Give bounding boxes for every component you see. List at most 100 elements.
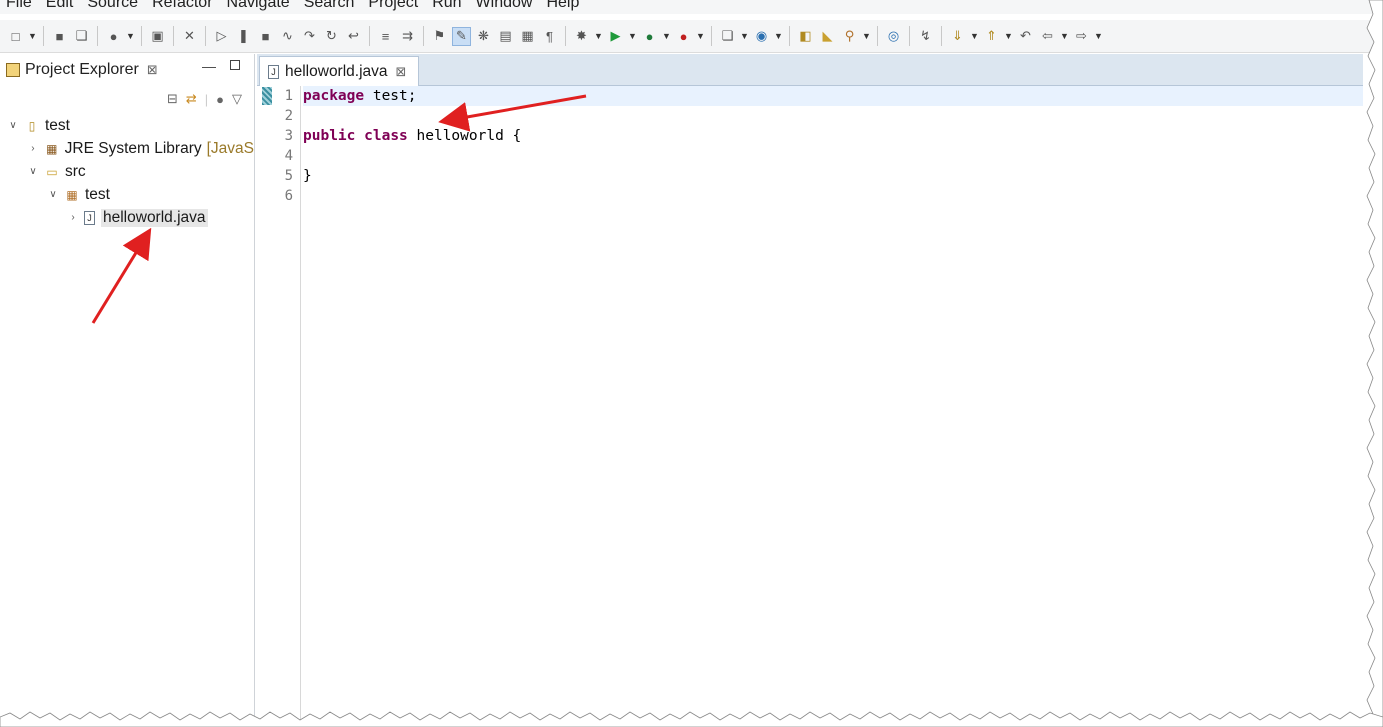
editor-tab-bar: J helloworld.java ⊠ — [257, 54, 1363, 86]
last-edit-icon[interactable]: ↯ — [916, 27, 935, 46]
use-step-filters-icon[interactable]: ⇉ — [398, 27, 417, 46]
collapse-all-icon[interactable]: ⊟ — [167, 91, 178, 107]
menu-project[interactable]: Project — [368, 0, 418, 14]
chevron-down-icon[interactable]: ▼ — [862, 27, 871, 46]
menu-file[interactable]: File — [6, 0, 32, 14]
main-toolbar: □ ▼ ■ ❏ ● ▼ ▣ ✕ ▷ ❚ ■ ∿ ↷ ↻ ↩ ≡ ⇉ ⚑ ✎ ❋ … — [0, 20, 1383, 53]
chevron-down-icon[interactable]: ▼ — [1004, 27, 1013, 46]
chevron-down-icon[interactable]: ▼ — [1060, 27, 1069, 46]
disconnect-icon[interactable]: ∿ — [278, 27, 297, 46]
menu-refactor[interactable]: Refactor — [152, 0, 212, 14]
tree-item-helloworld-java[interactable]: › J helloworld.java — [0, 206, 254, 229]
coverage-icon[interactable]: ● — [640, 27, 659, 46]
code-text-area[interactable]: package test; public class helloworld { … — [303, 86, 1363, 206]
toolbar-separator — [141, 26, 142, 46]
toolbar-separator — [711, 26, 712, 46]
tree-item-jre-library[interactable]: › ▦ JRE System Library [JavaS — [0, 137, 254, 160]
close-icon[interactable]: ⊠ — [396, 64, 407, 80]
search-icon[interactable]: ⚲ — [840, 27, 859, 46]
open-type-icon[interactable]: ◧ — [796, 27, 815, 46]
new-icon[interactable]: □ — [6, 27, 25, 46]
tree-item-package-test[interactable]: ∨ ▦ test — [0, 183, 254, 206]
terminate-icon[interactable]: ■ — [256, 27, 275, 46]
close-icon[interactable]: ⊠ — [147, 62, 158, 78]
project-explorer-tab[interactable]: Project Explorer ⊠ — — [0, 54, 254, 86]
chevron-down-icon[interactable]: ∨ — [26, 166, 40, 177]
terminal-icon[interactable]: ▣ — [148, 27, 167, 46]
code-line[interactable] — [303, 106, 1363, 126]
line-number: 2 — [284, 108, 293, 124]
back-icon[interactable]: ⇦ — [1038, 27, 1057, 46]
debug-icon[interactable]: ✸ — [572, 27, 591, 46]
project-explorer-view: Project Explorer ⊠ — ⊟ ⇄ | ● ▽ ∨ ▯ test … — [0, 54, 255, 727]
save-icon[interactable]: ■ — [50, 27, 69, 46]
code-line[interactable]: } — [303, 166, 1363, 186]
save-all-icon[interactable]: ❏ — [72, 27, 91, 46]
view-menu-icon[interactable]: ▽ — [232, 91, 242, 107]
step-return-icon[interactable]: ↩ — [344, 27, 363, 46]
chevron-down-icon[interactable]: ▼ — [126, 27, 135, 46]
chevron-down-icon[interactable]: ∨ — [6, 120, 20, 131]
tree-item-label: test — [45, 116, 70, 134]
menu-search[interactable]: Search — [304, 0, 355, 14]
line-number: 4 — [284, 148, 293, 164]
word-wrap-icon[interactable]: ▤ — [496, 27, 515, 46]
new-java-project-icon[interactable]: ❏ — [718, 27, 737, 46]
toggle-breadcrumb-icon[interactable]: ⚑ — [430, 27, 449, 46]
chevron-down-icon[interactable]: ▼ — [1094, 27, 1103, 46]
menu-edit[interactable]: Edit — [46, 0, 74, 14]
keyword: public — [303, 128, 356, 144]
chevron-down-icon[interactable]: ▼ — [628, 27, 637, 46]
external-tools-icon[interactable]: ● — [674, 27, 693, 46]
menu-run[interactable]: Run — [432, 0, 461, 14]
forward-icon[interactable]: ⇨ — [1072, 27, 1091, 46]
line-number: 6 — [284, 188, 293, 204]
maximize-icon[interactable] — [230, 60, 240, 70]
code-line[interactable] — [303, 146, 1363, 166]
minimize-icon[interactable]: — — [202, 58, 216, 74]
chevron-down-icon[interactable]: ▼ — [740, 27, 749, 46]
chevron-down-icon[interactable]: ∨ — [46, 189, 60, 200]
open-folder-icon[interactable]: ◣ — [818, 27, 837, 46]
step-over-icon[interactable]: ↻ — [322, 27, 341, 46]
chevron-down-icon[interactable]: ▼ — [594, 27, 603, 46]
java-file-icon: J — [268, 64, 279, 79]
menu-window[interactable]: Window — [476, 0, 533, 14]
focus-icon[interactable]: ● — [216, 92, 224, 107]
skip-breakpoints-icon[interactable]: ✕ — [180, 27, 199, 46]
toggle-block-selection-icon[interactable]: ❋ — [474, 27, 493, 46]
whitespace-icon[interactable]: ¶ — [540, 27, 559, 46]
run-icon[interactable]: ▶ — [606, 27, 625, 46]
chevron-down-icon[interactable]: ▼ — [28, 27, 37, 46]
line-numbers: 1 2 3 4 5 6 — [273, 86, 293, 206]
user-icon[interactable]: ● — [104, 27, 123, 46]
chevron-right-icon[interactable]: › — [26, 143, 40, 154]
chevron-down-icon[interactable]: ▼ — [774, 27, 783, 46]
chevron-down-icon[interactable]: ▼ — [662, 27, 671, 46]
next-annotation-icon[interactable]: ⇓ — [948, 27, 967, 46]
menu-source[interactable]: Source — [87, 0, 138, 14]
tree-item-project-test[interactable]: ∨ ▯ test — [0, 114, 254, 137]
mark-occurrences-icon[interactable]: ✎ — [452, 26, 471, 46]
chevron-down-icon[interactable]: ▼ — [696, 27, 705, 46]
tree-item-src[interactable]: ∨ ▭ src — [0, 160, 254, 183]
show-source-icon[interactable]: ▦ — [518, 27, 537, 46]
chevron-right-icon[interactable]: › — [66, 212, 80, 223]
previous-annotation-icon[interactable]: ⇑ — [982, 27, 1001, 46]
suspend-icon[interactable]: ❚ — [234, 27, 253, 46]
editor-tab-helloworld[interactable]: J helloworld.java ⊠ — [259, 56, 419, 86]
globe-icon[interactable]: ◎ — [884, 27, 903, 46]
code-line[interactable]: public class helloworld { — [303, 126, 1363, 146]
new-java-class-icon[interactable]: ◉ — [752, 27, 771, 46]
resume-icon[interactable]: ▷ — [212, 27, 231, 46]
toolbar-separator — [205, 26, 206, 46]
drop-to-frame-icon[interactable]: ≡ — [376, 27, 395, 46]
chevron-down-icon[interactable]: ▼ — [970, 27, 979, 46]
code-line[interactable] — [303, 186, 1363, 206]
back-to-last-edit-icon[interactable]: ↶ — [1016, 27, 1035, 46]
menu-help[interactable]: Help — [546, 0, 579, 14]
step-into-icon[interactable]: ↷ — [300, 27, 319, 46]
code-line[interactable]: package test; — [303, 86, 1363, 106]
menu-navigate[interactable]: Navigate — [227, 0, 290, 14]
link-with-editor-icon[interactable]: ⇄ — [186, 91, 197, 107]
